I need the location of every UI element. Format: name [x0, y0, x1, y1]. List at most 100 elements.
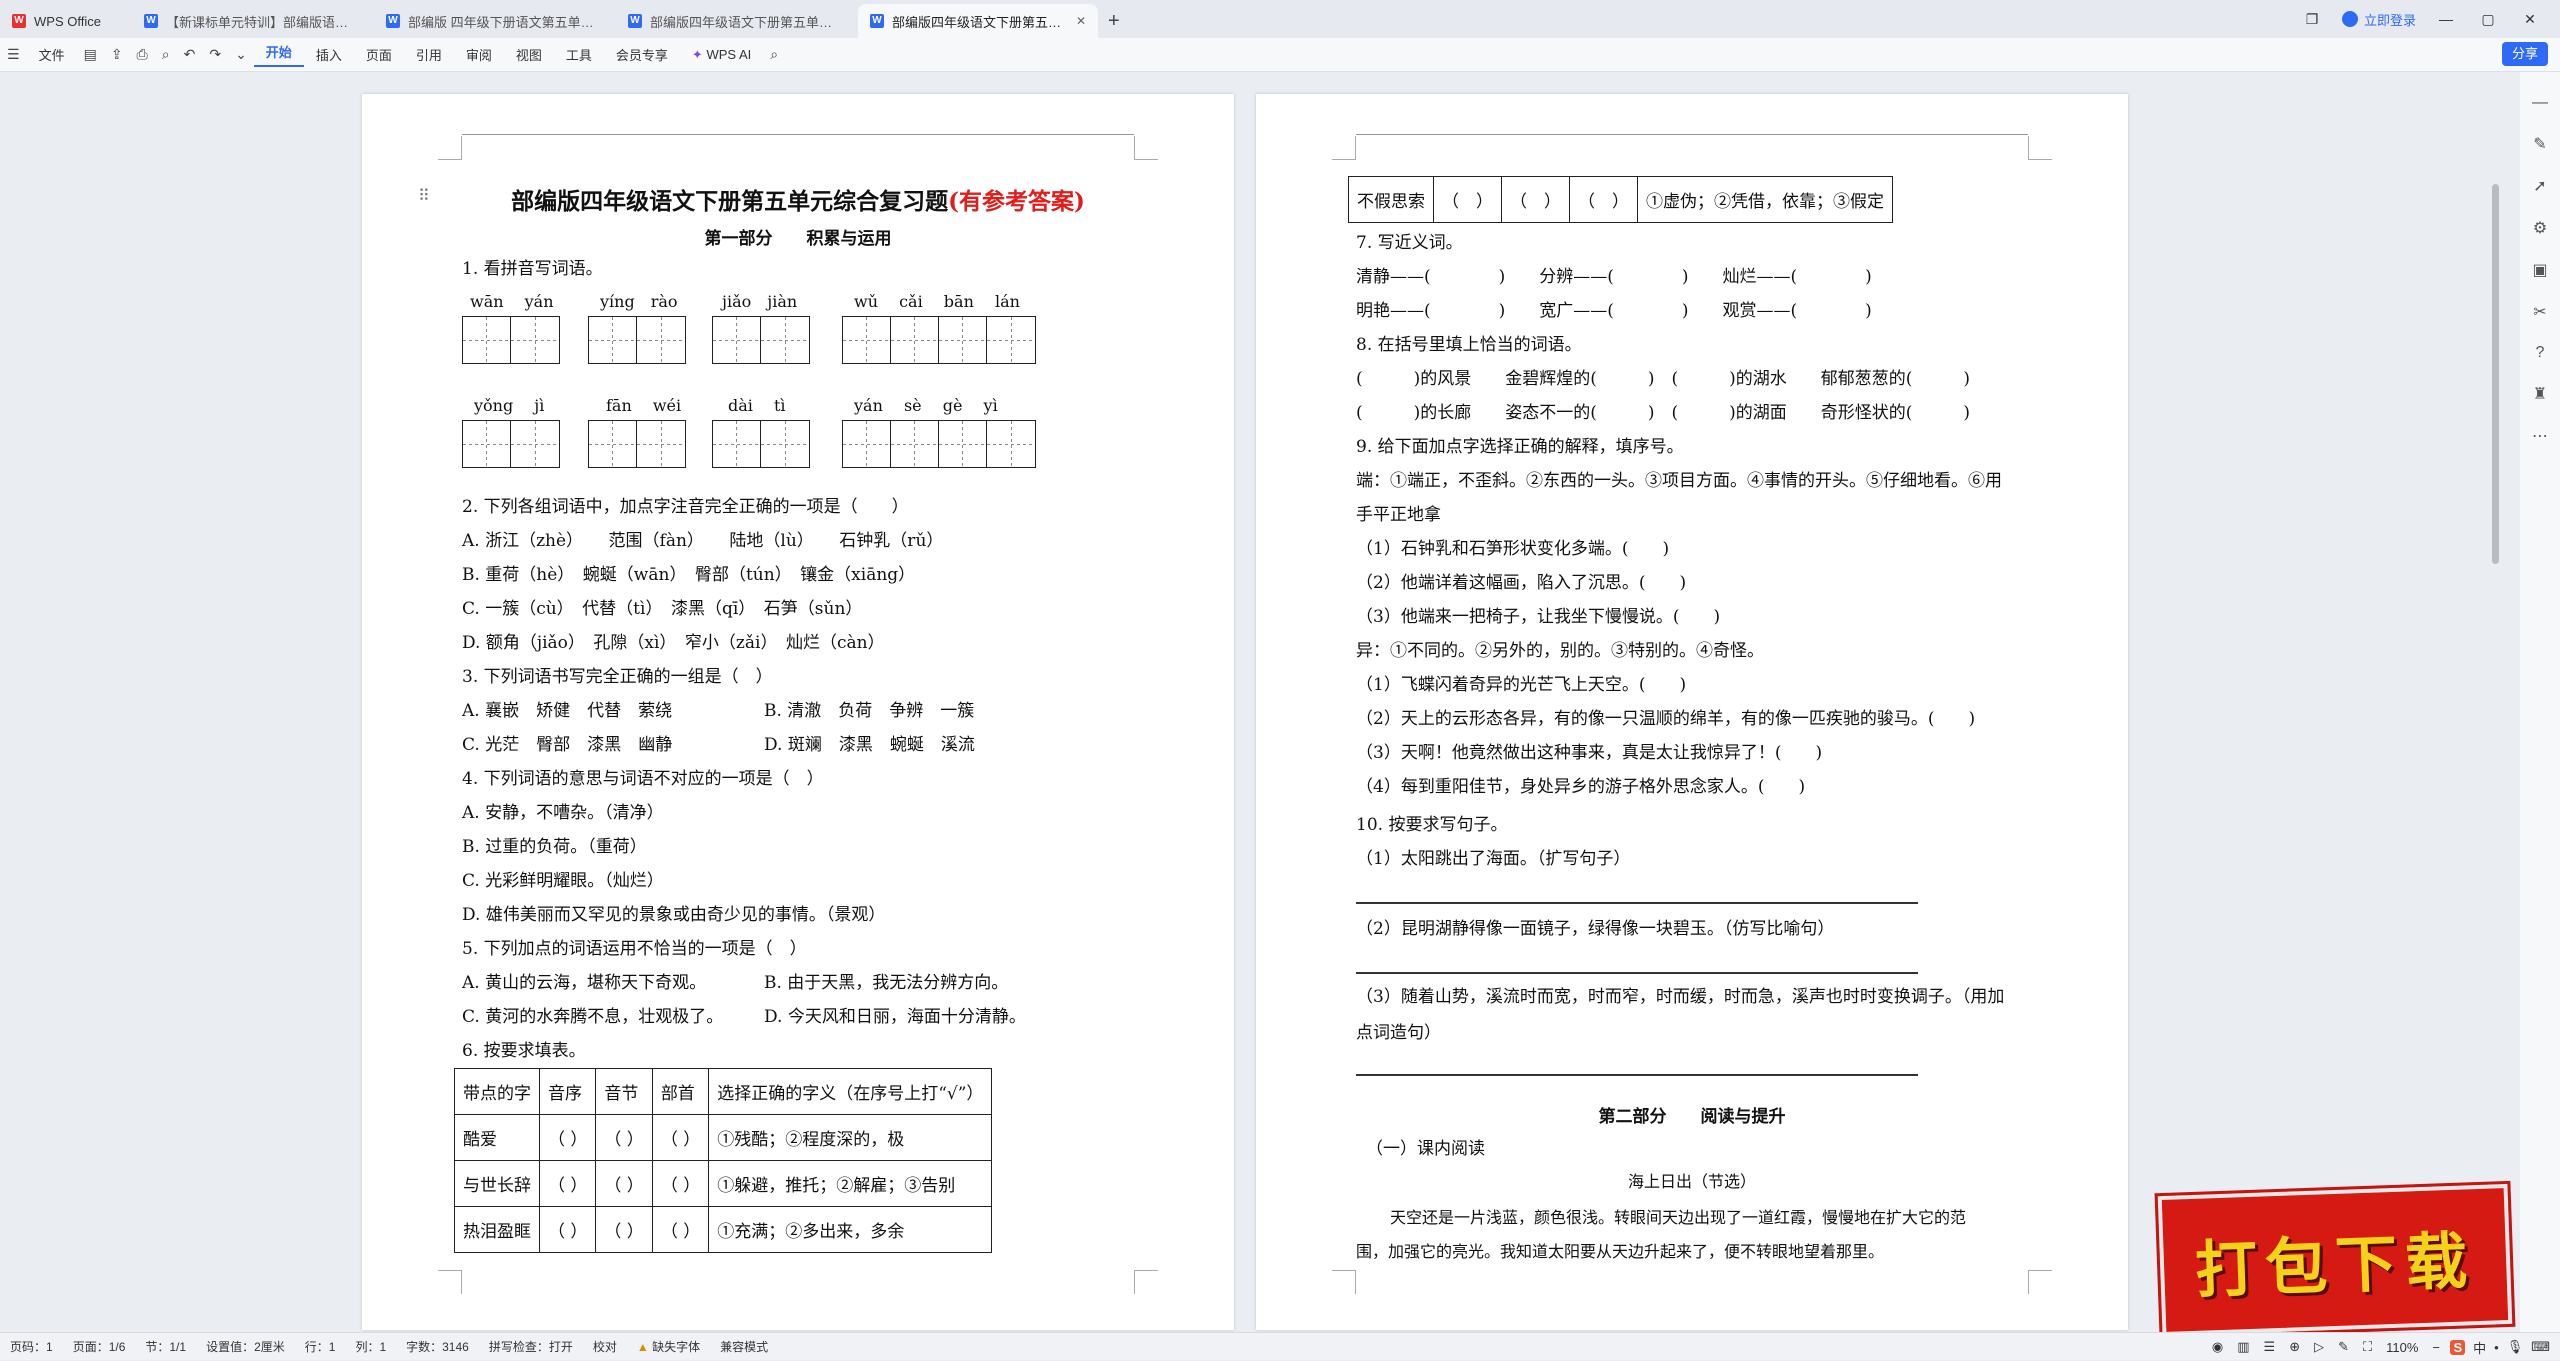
answer-line[interactable] [1356, 902, 1918, 904]
search-icon[interactable]: ⌕ [763, 46, 785, 63]
tab-home[interactable]: W WPS Office [0, 4, 130, 38]
menu-reference[interactable]: 引用 [404, 45, 454, 64]
zoom-level[interactable]: 110% [2386, 1340, 2418, 1355]
mic-icon[interactable]: 🎙 [2507, 1339, 2524, 1355]
redo-icon[interactable]: ↷ [202, 46, 228, 63]
table-cell[interactable]: （ ） [595, 1114, 653, 1161]
minimize-icon[interactable]: — [2434, 11, 2458, 27]
answer-line[interactable] [1356, 1074, 1918, 1076]
crop-mark [2028, 136, 2052, 160]
new-tab-button[interactable]: + [1100, 4, 1128, 38]
status-proofread[interactable]: 校对 [583, 1338, 627, 1355]
part-two-heading: 第二部分 阅读与提升 [1598, 1107, 1786, 1127]
menu-tools[interactable]: 工具 [554, 45, 604, 64]
undo-icon[interactable]: ↶ [177, 46, 203, 63]
status-missing-font[interactable]: ▲ 缺失字体 [627, 1338, 710, 1355]
web-view-icon[interactable]: ⊕ [2289, 1339, 2300, 1355]
menu-view[interactable]: 视图 [504, 45, 554, 64]
table-cell[interactable]: （ ） [1433, 176, 1502, 223]
collapse-icon[interactable]: — [2532, 94, 2548, 112]
tools-icon[interactable]: ✂ [2533, 302, 2546, 322]
share-button[interactable]: 分享 [2501, 42, 2548, 66]
writing-grid[interactable] [712, 316, 810, 364]
status-spell-check[interactable]: 拼写检查：打开 [479, 1338, 583, 1355]
status-section[interactable]: 节：1/1 [135, 1338, 196, 1355]
table-cell[interactable]: （ ） [538, 1206, 597, 1253]
print-icon[interactable]: ⎙ [130, 46, 155, 63]
menu-insert[interactable]: 插入 [304, 45, 354, 64]
ime-lang-icon[interactable]: 中 [2473, 1338, 2486, 1357]
writing-grid[interactable] [462, 420, 560, 468]
fit-page-icon[interactable]: ⛶ [2363, 1339, 2372, 1355]
page-view-icon[interactable]: ▥ [2237, 1339, 2249, 1355]
more-icon[interactable]: ⋯ [2532, 426, 2548, 446]
ime-punct-icon[interactable]: • [2494, 1340, 2499, 1355]
table-cell[interactable]: （ ） [651, 1160, 710, 1207]
close-tab-icon[interactable]: ✕ [1070, 14, 1086, 28]
tab-doc-3[interactable]: W 部编版四年级语文下册第五单元试卷 [616, 4, 856, 38]
maximize-icon[interactable]: ▢ [2476, 11, 2500, 28]
preview-icon[interactable]: ⌕ [155, 46, 177, 63]
status-setting[interactable]: 设置值：2厘米 [196, 1338, 295, 1355]
window-layout-icon[interactable]: ❐ [2300, 11, 2324, 28]
tab-doc-2[interactable]: W 部编版 四年级下册语文第五单元测试 [374, 4, 614, 38]
right-sidebar: — ✎ ➚ ⚙ ▣ ✂ ? ♜ ⋯ [2520, 72, 2560, 1332]
eye-protect-icon[interactable]: ◉ [2212, 1339, 2223, 1355]
menu-home[interactable]: 开始 [253, 42, 304, 67]
sentence-item: （1）飞蝶闪着奇异的光芒飞上天空。( ) [1356, 675, 1687, 695]
document-page-1[interactable]: ⠿ 部编版四年级语文下册第五单元综合复习题(有参考答案) 第一部分 积累与运用 … [362, 94, 1234, 1330]
document-page-2[interactable]: 不假思索 （ ） （ ） （ ） ①虚伪；②凭借，依靠；③假定 7. 写近义词。… [1256, 94, 2128, 1330]
menu-review[interactable]: 审阅 [454, 45, 504, 64]
answer-line[interactable] [1356, 972, 1918, 974]
writing-grid[interactable] [712, 420, 810, 468]
keyboard-icon[interactable]: ⌨ [2531, 1339, 2550, 1355]
image-icon[interactable]: ▣ [2532, 260, 2547, 280]
chevron-down-icon[interactable]: ⌄ [228, 46, 254, 63]
zoom-out-icon[interactable]: − [2432, 1340, 2440, 1355]
login-button[interactable]: 立即登录 [2341, 10, 2416, 29]
export-icon[interactable]: ⇪ [104, 46, 130, 63]
brush-icon[interactable]: ♜ [2533, 384, 2547, 404]
table-cell: ①充满；②多出来，多余 [708, 1206, 993, 1253]
menu-icon[interactable]: ☰ [0, 46, 27, 63]
vertical-scrollbar[interactable] [2492, 184, 2499, 564]
wps-ai-button[interactable]: ✦ WPS AI [680, 47, 763, 63]
help-icon[interactable]: ? [2536, 344, 2545, 362]
table-cell[interactable]: （ ） [595, 1206, 653, 1253]
status-page[interactable]: 页码：1 [0, 1338, 63, 1355]
table-cell[interactable]: （ ） [1569, 176, 1638, 223]
ime-logo-icon[interactable]: S [2450, 1339, 2466, 1355]
table-cell[interactable]: （ ） [651, 1206, 710, 1253]
option-b: B. 过重的负荷。（重荷） [462, 837, 647, 857]
table-cell[interactable]: （ ） [595, 1160, 653, 1207]
outline-view-icon[interactable]: ☰ [2264, 1339, 2276, 1355]
table-cell[interactable]: （ ） [538, 1160, 597, 1207]
pen-icon[interactable]: ✎ [2533, 134, 2546, 154]
settings-icon[interactable]: ⚙ [2533, 218, 2547, 238]
status-word-count[interactable]: 字数：3146 [396, 1338, 479, 1355]
select-cursor-icon[interactable]: ➚ [2533, 176, 2546, 196]
writing-grid[interactable] [462, 316, 560, 364]
play-icon[interactable]: ▷ [2314, 1339, 2324, 1355]
table-cell[interactable]: （ ） [538, 1114, 597, 1161]
status-pages[interactable]: 页面：1/6 [63, 1338, 136, 1355]
table-cell[interactable]: （ ） [651, 1114, 710, 1161]
writing-grid[interactable] [842, 420, 1036, 468]
table-continued: 不假思索 （ ） （ ） （ ） ①虚伪；②凭借，依靠；③假定 [1348, 176, 1893, 223]
table-cell[interactable]: （ ） [1501, 176, 1570, 223]
save-icon[interactable]: ▤ [77, 46, 104, 63]
writing-grid[interactable] [588, 316, 686, 364]
tab-doc-active[interactable]: W 部编版四年级语文下册第五单元 ✕ [858, 4, 1098, 38]
menu-page[interactable]: 页面 [354, 45, 404, 64]
file-menu[interactable]: 文件 [27, 45, 77, 64]
menu-member[interactable]: 会员专享 [604, 45, 680, 64]
tab-doc-1[interactable]: W 【新课标单元特训】部编版语文四年级下册 [132, 4, 372, 38]
close-window-icon[interactable]: ✕ [2518, 11, 2542, 28]
definition-line: 端：①端正，不歪斜。②东西的一头。③项目方面。④事情的开头。⑤仔细地看。⑥用 [1356, 471, 2002, 491]
passage-text: 天空还是一片浅蓝，颜色很浅。转眼间天边出现了一道红霞，慢慢地在扩大它的范 [1390, 1208, 1967, 1227]
edit-view-icon[interactable]: ✎ [2338, 1339, 2349, 1355]
writing-grid[interactable] [842, 316, 1036, 364]
writing-grid[interactable] [588, 420, 686, 468]
fill-table: 带点的字 音序 音节 部首 选择正确的字义（在序号上打“√”） 酷爱 （ ） （… [454, 1068, 993, 1253]
passage-text: 围，加强它的亮光。我知道太阳要从天边升起来了，便不转眼地望着那里。 [1356, 1242, 1885, 1261]
